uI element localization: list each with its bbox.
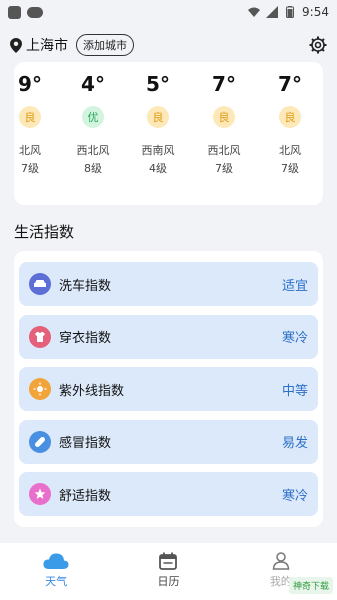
wind-level: 4级 xyxy=(149,162,167,175)
index-label: 感冒指数 xyxy=(59,436,112,451)
life-index-title: 生活指数 xyxy=(14,223,75,241)
nav-label: 日历 xyxy=(157,575,180,588)
index-value: 适宜 xyxy=(281,278,308,294)
index-label: 舒适指数 xyxy=(59,488,112,504)
forecast-temp: 4° xyxy=(81,72,105,96)
notification-app-icon xyxy=(8,5,21,19)
user-icon xyxy=(272,552,290,570)
wind-level: 8级 xyxy=(84,162,102,175)
pill-icon xyxy=(29,430,51,453)
wind-level: 7级 xyxy=(281,162,299,175)
forecast-card[interactable]: 9° 良 北风 7级 4° 优 西北风 8级 5° 良 西南风 4级 7° 良 … xyxy=(14,62,323,205)
aqi-badge: 良 xyxy=(147,106,169,128)
wind-direction: 北风 xyxy=(19,144,41,157)
status-bar: 9:54 xyxy=(0,0,337,24)
sun-icon xyxy=(29,378,51,400)
battery-icon xyxy=(286,6,295,18)
forecast-temp: 9° xyxy=(18,72,42,96)
wind-direction: 北风 xyxy=(279,144,301,157)
cloud-notification-icon xyxy=(27,6,43,18)
forecast-temp: 5° xyxy=(146,72,170,96)
wind-level: 7级 xyxy=(215,162,233,175)
wind-direction: 西南风 xyxy=(141,144,175,157)
index-label: 洗车指数 xyxy=(59,278,112,294)
car-icon xyxy=(29,273,51,295)
aqi-badge: 优 xyxy=(82,106,104,128)
forecast-day[interactable]: 5° 良 西南风 4级 xyxy=(128,62,188,205)
index-row-cold[interactable]: 感冒指数 易发 xyxy=(19,419,318,464)
nav-label: 天气 xyxy=(45,575,68,588)
index-label: 穿衣指数 xyxy=(59,331,112,346)
forecast-day[interactable]: 7° 良 西北风 7级 xyxy=(194,62,254,205)
index-value: 易发 xyxy=(281,436,308,451)
bottom-nav: 天气 日历 我的 神奇下载 xyxy=(0,543,337,600)
cloud-icon xyxy=(43,553,69,569)
aqi-badge: 良 xyxy=(279,106,301,128)
watermark-logo: 神奇下载 xyxy=(288,577,333,594)
forecast-temp: 7° xyxy=(212,72,236,96)
nav-calendar-tab[interactable]: 日历 xyxy=(112,543,224,600)
forecast-day[interactable]: 4° 优 西北风 8级 xyxy=(63,62,123,205)
location-pin-icon xyxy=(10,37,22,53)
wind-direction: 西北风 xyxy=(207,144,241,157)
index-label: 紫外线指数 xyxy=(59,383,125,399)
clock: 9:54 xyxy=(302,5,329,19)
city-name[interactable]: 上海市 xyxy=(26,35,68,55)
forecast-temp: 7° xyxy=(278,72,302,96)
settings-gear-icon[interactable] xyxy=(309,36,327,54)
forecast-day[interactable]: 9° 良 北风 7级 xyxy=(14,62,60,205)
forecast-day[interactable]: 7° 良 北风 7级 xyxy=(260,62,320,205)
index-value: 寒冷 xyxy=(281,331,308,346)
nav-weather-tab[interactable]: 天气 xyxy=(0,543,112,600)
life-index-card: 洗车指数 适宜 穿衣指数 寒冷 紫外线指数 中等 感冒指数 易发 舒适指数 寒冷 xyxy=(14,251,323,527)
wifi-icon xyxy=(248,7,261,17)
wind-level: 7级 xyxy=(21,162,39,175)
index-row-uv[interactable]: 紫外线指数 中等 xyxy=(19,367,318,411)
header: 上海市 添加城市 xyxy=(0,30,337,60)
index-value: 寒冷 xyxy=(281,488,308,504)
signal-icon xyxy=(266,6,279,18)
index-row-car-wash[interactable]: 洗车指数 适宜 xyxy=(19,262,318,306)
wind-direction: 西北风 xyxy=(76,144,110,157)
index-row-dressing[interactable]: 穿衣指数 寒冷 xyxy=(19,314,318,359)
calendar-icon xyxy=(159,552,178,570)
index-value: 中等 xyxy=(281,383,308,399)
aqi-badge: 良 xyxy=(213,106,235,128)
star-icon xyxy=(29,483,51,505)
index-row-comfort[interactable]: 舒适指数 寒冷 xyxy=(19,472,318,516)
shirt-icon xyxy=(29,325,51,348)
add-city-button[interactable]: 添加城市 xyxy=(76,34,134,56)
aqi-badge: 良 xyxy=(19,106,41,128)
